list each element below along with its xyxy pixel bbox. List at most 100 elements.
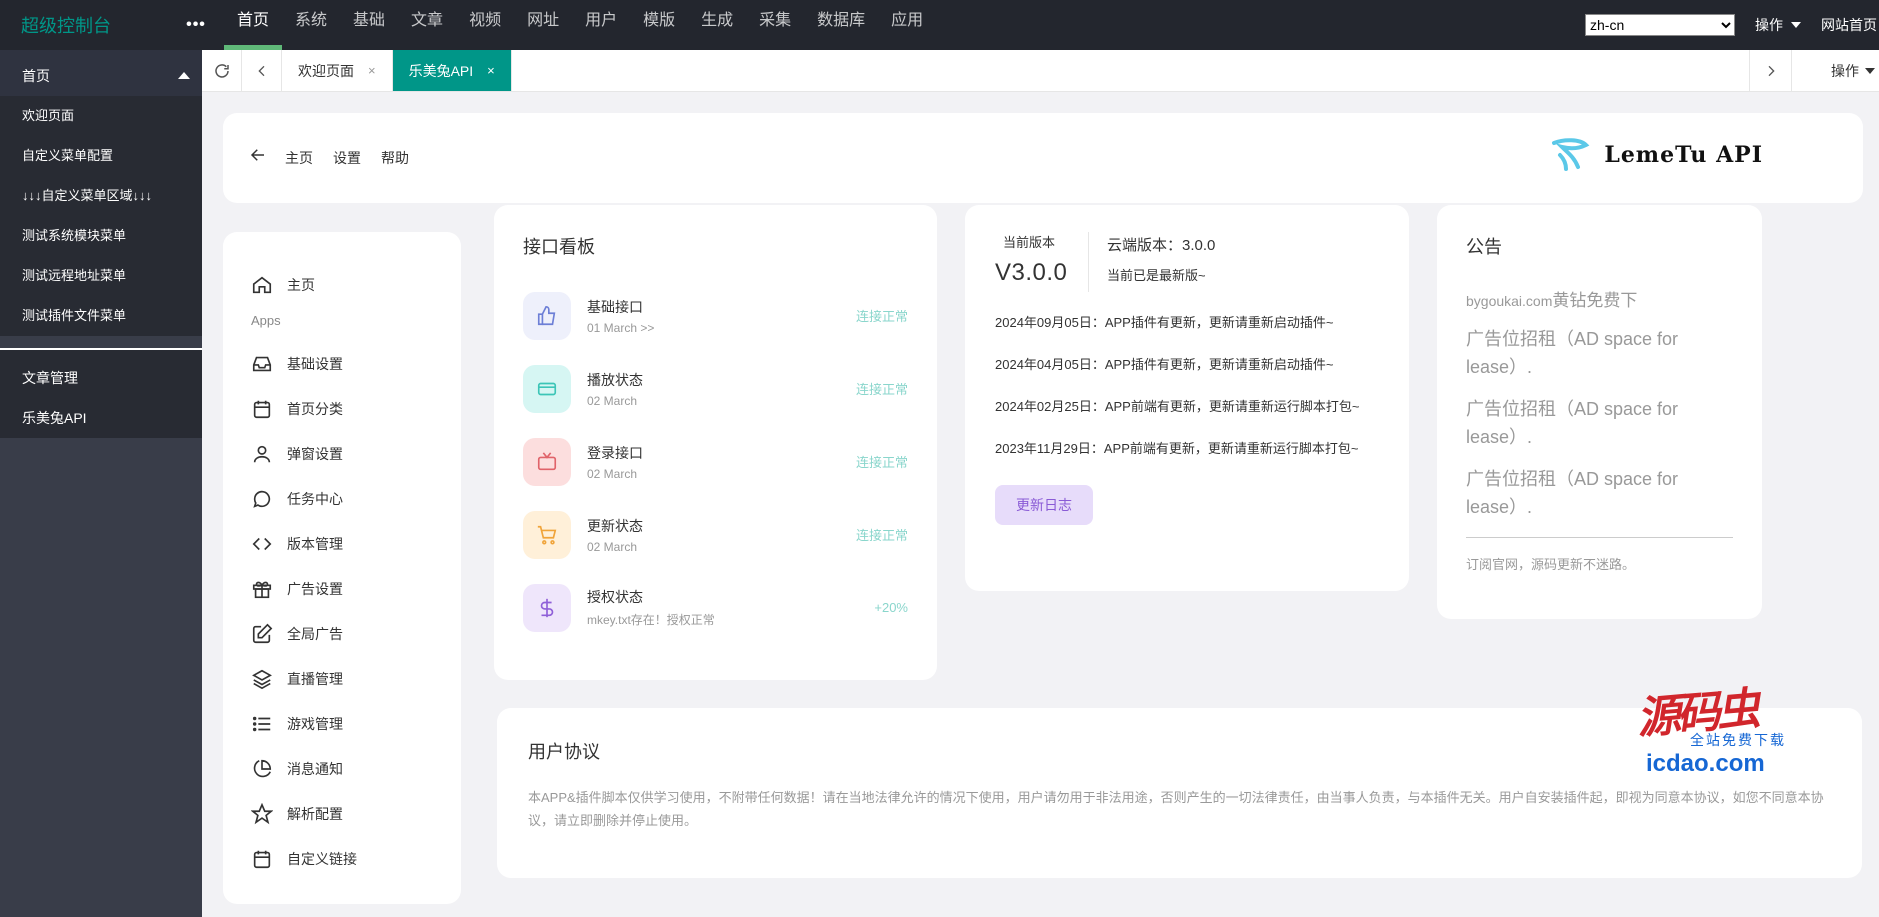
api-row-login[interactable]: 登录接口 02 March 连接正常 bbox=[523, 425, 908, 498]
api-status: +20% bbox=[874, 600, 908, 615]
nav-url[interactable]: 网址 bbox=[514, 0, 572, 50]
list-icon bbox=[252, 716, 271, 731]
tab-spacer bbox=[512, 50, 1749, 91]
caret-down-icon bbox=[1865, 67, 1875, 74]
close-icon[interactable]: × bbox=[487, 63, 495, 78]
chevron-right-icon bbox=[1768, 65, 1775, 76]
ad-slot[interactable]: 广告位招租（AD space for lease）. bbox=[1466, 465, 1733, 521]
tab-scroll-right-button[interactable] bbox=[1749, 50, 1791, 91]
notice-site: bygoukai.com bbox=[1466, 293, 1553, 309]
language-select[interactable]: zh-cn bbox=[1585, 14, 1735, 36]
api-row-basic[interactable]: 基础接口 01 March >> 连接正常 bbox=[523, 279, 908, 352]
tab-label: 乐美兔API bbox=[408, 62, 474, 79]
menu-item-label: 消息通知 bbox=[287, 760, 343, 777]
sidebar-main: 文章管理 乐美兔API bbox=[0, 350, 202, 438]
more-menu-button[interactable]: ••• bbox=[168, 16, 224, 34]
api-icon-box bbox=[523, 510, 571, 559]
nav-video[interactable]: 视频 bbox=[456, 0, 514, 50]
current-version-box: 当前版本 V3.0.0 bbox=[995, 232, 1089, 292]
changelog-button[interactable]: 更新日志 bbox=[995, 485, 1093, 525]
apps-menu-card: 主页 Apps 基础设置 首页分类 弹窗设置 任务中心 版本管理 广告设置 全局… bbox=[223, 232, 461, 904]
nav-user[interactable]: 用户 bbox=[572, 0, 630, 50]
api-row-playback[interactable]: 播放状态 02 March 连接正常 bbox=[523, 352, 908, 425]
sidebar-item-custom-menu-area[interactable]: ↓↓↓自定义菜单区域↓↓↓ bbox=[0, 176, 202, 216]
back-button[interactable] bbox=[249, 146, 267, 170]
cloud-version-box: 云端版本：3.0.0 当前已是最新版~ bbox=[1089, 232, 1215, 292]
sidebar-item-custom-menu-config[interactable]: 自定义菜单配置 bbox=[0, 136, 202, 176]
menu-item-notifications[interactable]: 消息通知 bbox=[251, 746, 461, 791]
top-nav: 首页 系统 基础 文章 视频 网址 用户 模版 生成 采集 数据库 应用 bbox=[224, 0, 936, 50]
nav-basic[interactable]: 基础 bbox=[340, 0, 398, 50]
crumb-settings[interactable]: 设置 bbox=[333, 148, 361, 168]
nav-home[interactable]: 首页 bbox=[224, 0, 283, 50]
api-board-title: 接口看板 bbox=[523, 237, 595, 257]
menu-item-game-management[interactable]: 游戏管理 bbox=[251, 701, 461, 746]
ad-slot[interactable]: 广告位招租（AD space for lease）. bbox=[1466, 395, 1733, 451]
api-row-auth[interactable]: 授权状态 mkey.txt存在！授权正常 +20% bbox=[523, 571, 908, 644]
menu-item-label: 自定义链接 bbox=[287, 850, 357, 867]
menu-item-task-center[interactable]: 任务中心 bbox=[251, 476, 461, 521]
api-status: 连接正常 bbox=[855, 528, 908, 543]
tab-lemetu-api[interactable]: 乐美兔API × bbox=[392, 50, 512, 91]
api-name: 授权状态 bbox=[587, 589, 643, 605]
sidebar-item-lemetu-api[interactable]: 乐美兔API bbox=[0, 398, 202, 438]
menu-item-label: 游戏管理 bbox=[287, 715, 343, 732]
menu-item-label: 主页 bbox=[287, 276, 315, 293]
menu-item-ad-settings[interactable]: 广告设置 bbox=[251, 566, 461, 611]
menu-item-parse-config[interactable]: 解析配置 bbox=[251, 791, 461, 836]
chevron-left-icon bbox=[257, 65, 264, 76]
sidebar-item-test-remote[interactable]: 测试远程地址菜单 bbox=[0, 256, 202, 296]
nav-apps[interactable]: 应用 bbox=[878, 0, 936, 50]
menu-item-version-management[interactable]: 版本管理 bbox=[251, 521, 461, 566]
menu-item-label: 弹窗设置 bbox=[287, 445, 343, 462]
cloud-version: 云端版本：3.0.0 bbox=[1107, 237, 1216, 254]
menu-item-label: 广告设置 bbox=[287, 580, 343, 597]
site-home-link[interactable]: 网站首页 bbox=[1821, 15, 1877, 35]
nav-system[interactable]: 系统 bbox=[282, 0, 340, 50]
nav-database[interactable]: 数据库 bbox=[804, 0, 878, 50]
pie-icon bbox=[253, 759, 272, 777]
menu-item-basic-settings[interactable]: 基础设置 bbox=[251, 341, 461, 386]
crumb-home[interactable]: 主页 bbox=[285, 148, 313, 168]
api-date: 02 March bbox=[587, 393, 638, 408]
tab-scroll-left-button[interactable] bbox=[242, 50, 282, 91]
nav-collect[interactable]: 采集 bbox=[746, 0, 804, 50]
nav-generate[interactable]: 生成 bbox=[688, 0, 746, 50]
close-icon[interactable]: × bbox=[368, 63, 376, 78]
ad-slot[interactable]: 广告位招租（AD space for lease）. bbox=[1466, 325, 1733, 381]
menu-item-popup-settings[interactable]: 弹窗设置 bbox=[251, 431, 461, 476]
brand-text: LemeTu API bbox=[1604, 142, 1763, 168]
menu-item-label: 首页分类 bbox=[287, 400, 343, 417]
nav-article[interactable]: 文章 bbox=[398, 0, 456, 50]
sidebar-item-articles[interactable]: 文章管理 bbox=[0, 358, 202, 398]
refresh-button[interactable] bbox=[202, 50, 242, 91]
sidebar-group-home[interactable]: 首页 bbox=[0, 50, 202, 96]
layers-icon bbox=[252, 669, 272, 689]
crumb-help[interactable]: 帮助 bbox=[381, 148, 409, 168]
menu-item-custom-links[interactable]: 自定义链接 bbox=[251, 836, 461, 881]
lemetu-logo-icon bbox=[1552, 138, 1590, 171]
sidebar-item-test-system[interactable]: 测试系统模块菜单 bbox=[0, 216, 202, 256]
api-info: 更新状态 02 March bbox=[587, 516, 856, 554]
api-status: 连接正常 bbox=[855, 382, 908, 397]
sidebar-group-label: 首页 bbox=[22, 68, 50, 84]
menu-item-global-ads[interactable]: 全局广告 bbox=[251, 611, 461, 656]
app-logo[interactable]: 超级控制台 bbox=[0, 12, 168, 38]
tab-welcome[interactable]: 欢迎页面 × bbox=[282, 50, 393, 91]
inbox-icon bbox=[252, 356, 272, 371]
notice-site-tagline: 黄钻免费下 bbox=[1552, 291, 1638, 310]
sidebar-item-test-plugin[interactable]: 测试插件文件菜单 bbox=[0, 296, 202, 336]
current-version-number: V3.0.0 bbox=[995, 259, 1068, 286]
gift-icon bbox=[252, 581, 272, 598]
nav-template[interactable]: 模版 bbox=[630, 0, 688, 50]
notice-card: 公告 bygoukai.com黄钻免费下 广告位招租（AD space for … bbox=[1437, 205, 1762, 619]
api-row-update[interactable]: 更新状态 02 March 连接正常 bbox=[523, 498, 908, 571]
menu-item-label: 版本管理 bbox=[287, 535, 343, 552]
version-card: 当前版本 V3.0.0 云端版本：3.0.0 当前已是最新版~ 2024年09月… bbox=[965, 205, 1409, 591]
tab-ops-menu[interactable]: 操作 bbox=[1791, 50, 1879, 91]
menu-item-home-category[interactable]: 首页分类 bbox=[251, 386, 461, 431]
menu-item-live-management[interactable]: 直播管理 bbox=[251, 656, 461, 701]
header-ops-menu[interactable]: 操作 bbox=[1755, 15, 1801, 35]
refresh-icon bbox=[214, 63, 229, 78]
sidebar-item-welcome[interactable]: 欢迎页面 bbox=[0, 96, 202, 136]
